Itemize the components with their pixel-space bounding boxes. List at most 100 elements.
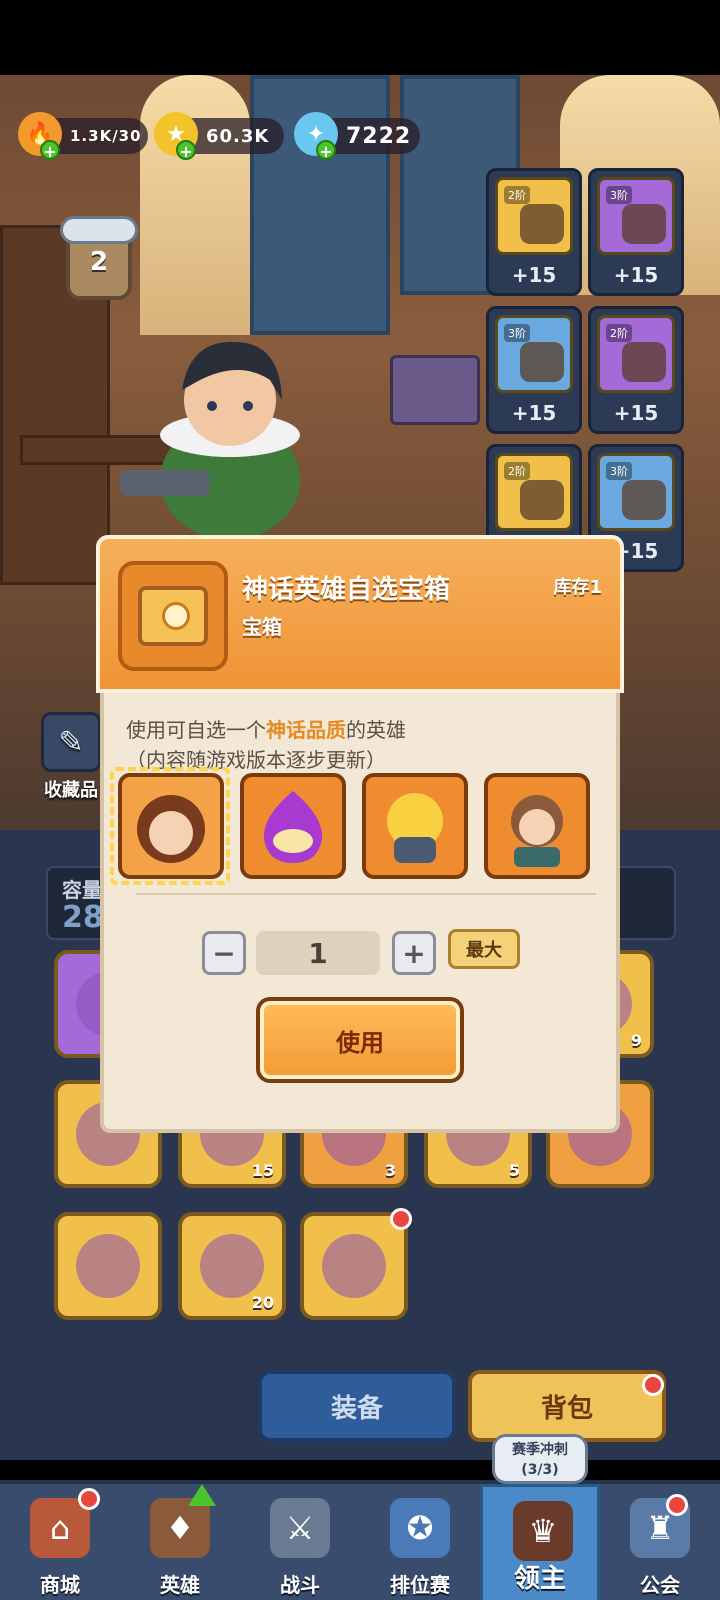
notification-dot	[642, 1374, 664, 1396]
hero-portrait-4	[511, 795, 563, 867]
item-icon	[200, 1234, 264, 1298]
upgrade-arrow-icon	[188, 1484, 216, 1506]
notification-dot	[390, 1208, 412, 1230]
bag-item[interactable]	[300, 1212, 408, 1320]
modal-header: 神话英雄自选宝箱 宝箱 库存1	[96, 535, 624, 693]
hero-character[interactable]	[120, 320, 340, 540]
use-label: 使用	[336, 1028, 384, 1057]
modal-body: 使用可自选一个神话品质的英雄 （内容随游戏版本逐步更新） − 1 + 最大 使用	[100, 693, 620, 1133]
equipment-frame: 3阶	[597, 177, 675, 255]
hero-portrait-2	[263, 791, 323, 863]
equipment-frame: 2阶	[597, 315, 675, 393]
add-gold-icon[interactable]: +	[176, 140, 196, 161]
status-bar-area	[0, 0, 720, 75]
equipment-tier: 2阶	[606, 324, 632, 342]
use-button[interactable]: 使用	[256, 997, 464, 1083]
gold-value: 60.3K	[206, 125, 270, 147]
bag-item[interactable]: 20	[178, 1212, 286, 1320]
bottom-nav: ⌂ 商城 ♦ 英雄 ⚔ 战斗 ✪ 排位赛 ♛ 领主 ♜ 公会	[0, 1480, 720, 1600]
item-count: 15	[251, 1161, 274, 1180]
nav-ranked[interactable]: ✪ 排位赛	[360, 1484, 480, 1600]
bag-item[interactable]	[54, 1212, 162, 1320]
item-count: 3	[384, 1161, 396, 1180]
modal-title: 神话英雄自选宝箱	[242, 575, 451, 605]
nav-lord[interactable]: ♛ 领主	[480, 1484, 600, 1600]
crystal-counter[interactable]: ✦ + 7222	[294, 112, 420, 161]
item-count: 20	[251, 1293, 274, 1312]
crystal-value: 7222	[346, 123, 412, 149]
feather-icon: ✎	[41, 712, 101, 772]
chest-icon	[138, 586, 208, 646]
hero-portrait-3	[387, 793, 443, 863]
wings-icon	[60, 216, 138, 244]
stock-count: 库存1	[553, 577, 602, 598]
max-button[interactable]: 最大	[448, 929, 520, 969]
equipment-tier: 3阶	[606, 462, 632, 480]
max-label: 最大	[466, 940, 502, 961]
equipment-bonus: +15	[511, 263, 557, 287]
modal-description: 使用可自选一个神话品质的英雄 （内容随游戏版本逐步更新）	[126, 715, 406, 775]
equipment-slot[interactable]: 3阶 +15	[486, 306, 582, 434]
equipment-icon	[622, 480, 666, 520]
equipment-slot[interactable]: 3阶 +15	[588, 168, 684, 296]
equipment-icon	[520, 342, 564, 382]
tab-bag-label: 背包	[540, 1393, 593, 1424]
crown-icon: ♛	[513, 1501, 573, 1561]
nav-guild-label: 公会	[640, 1573, 680, 1597]
hero-option-3[interactable]	[362, 773, 468, 879]
equipment-tier: 2阶	[504, 462, 530, 480]
equipment-icon	[520, 204, 564, 244]
quantity-field[interactable]: 1	[256, 931, 380, 975]
scene-books	[390, 355, 480, 425]
equipment-tier: 3阶	[504, 324, 530, 342]
equipment-bonus: +15	[613, 263, 659, 287]
equipment-bonus: +15	[511, 401, 557, 425]
nav-guild[interactable]: ♜ 公会	[600, 1484, 720, 1600]
hero-card-icon: ♦	[150, 1498, 210, 1558]
desc-suffix: 的英雄	[346, 718, 406, 742]
hero-option-2[interactable]	[240, 773, 346, 879]
chest-modal: 神话英雄自选宝箱 宝箱 库存1 使用可自选一个神话品质的英雄 （内容随游戏版本逐…	[96, 535, 624, 1133]
stamina-counter[interactable]: 🔥 + 1.3K/30	[18, 112, 148, 161]
chest-icon-frame	[118, 561, 228, 671]
add-crystal-icon[interactable]: +	[316, 140, 336, 161]
stamina-value: 1.3K/30	[70, 127, 142, 145]
nav-lord-label: 领主	[513, 1564, 566, 1594]
hero-option-4[interactable]	[484, 773, 590, 879]
hero-portrait-1	[137, 795, 205, 863]
equipment-icon	[622, 204, 666, 244]
hero-option-1[interactable]	[118, 773, 224, 879]
gold-counter[interactable]: ★ + 60.3K	[154, 112, 284, 161]
game-screen: 🔥 + 1.3K/30 ★ + 60.3K ✦ + 7222 2 2阶 +15 3阶…	[0, 0, 720, 1600]
season-sprint-bubble[interactable]: 赛季冲刺 (3/3)	[492, 1434, 588, 1484]
shield-icon: ✪	[390, 1498, 450, 1558]
nav-shop-label: 商城	[40, 1573, 80, 1597]
equipment-frame: 3阶	[495, 315, 573, 393]
tab-bag[interactable]: 背包	[468, 1370, 666, 1442]
decrease-button[interactable]: −	[202, 931, 246, 975]
season-sprint-title: 赛季冲刺	[512, 1442, 568, 1458]
equipment-icon	[520, 480, 564, 520]
equipment-frame: 2阶	[495, 177, 573, 255]
equipment-slot[interactable]: 2阶 +15	[588, 306, 684, 434]
nav-battle-label: 战斗	[280, 1573, 320, 1597]
notification-dot	[78, 1488, 100, 1510]
item-icon	[76, 1234, 140, 1298]
equipment-frame: 2阶	[495, 453, 573, 531]
item-icon	[322, 1234, 386, 1298]
equipment-tier: 3阶	[606, 186, 632, 204]
nav-battle[interactable]: ⚔ 战斗	[240, 1484, 360, 1600]
nav-shop[interactable]: ⌂ 商城	[0, 1484, 120, 1600]
notification-dot	[666, 1494, 688, 1516]
nav-heroes-label: 英雄	[160, 1573, 200, 1597]
equipment-icon	[622, 342, 666, 382]
increase-button[interactable]: +	[392, 931, 436, 975]
desc-highlight: 神话品质	[266, 718, 346, 742]
equipment-frame: 3阶	[597, 453, 675, 531]
equipment-slot[interactable]: 2阶 +15	[486, 168, 582, 296]
modal-subtitle: 宝箱	[242, 615, 282, 639]
add-stamina-icon[interactable]: +	[40, 140, 60, 161]
tab-equip[interactable]: 装备	[258, 1370, 456, 1442]
nav-heroes[interactable]: ♦ 英雄	[120, 1484, 240, 1600]
season-sprint-progress: (3/3)	[521, 1462, 559, 1478]
